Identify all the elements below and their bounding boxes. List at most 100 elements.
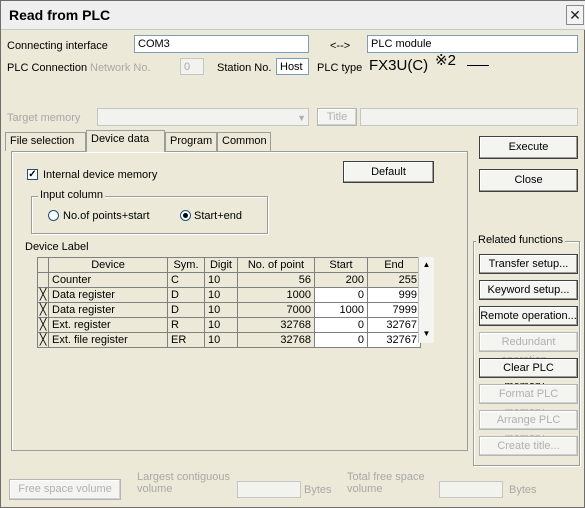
largest-contiguous-label: Largest contiguous volume xyxy=(137,471,230,495)
connecting-interface-field: COM3 xyxy=(134,35,309,53)
cell-sym: C xyxy=(167,272,205,288)
col-sym-header: Sym. xyxy=(167,257,205,273)
row-selector[interactable]: ╳ xyxy=(37,287,49,303)
table-row[interactable]: ╳ Data register D 10 1000 0 999 xyxy=(37,287,421,303)
scroll-up-icon[interactable]: ▲ xyxy=(419,258,434,272)
cell-start[interactable]: 1000 xyxy=(314,302,368,318)
redundant-operation-button[interactable]: Redundant operation... xyxy=(479,332,578,366)
window-title: Read from PLC xyxy=(9,7,111,23)
tab-common[interactable]: Common xyxy=(217,132,271,151)
cell-sym: D xyxy=(167,302,205,318)
cell-end[interactable]: 999 xyxy=(367,287,421,303)
close-button[interactable]: Close xyxy=(479,169,578,192)
row-selector[interactable]: ╳ xyxy=(37,332,49,348)
col-end-header: End xyxy=(367,257,421,273)
close-window-button[interactable]: ✕ xyxy=(566,5,584,25)
plc-type-label: PLC type xyxy=(317,62,363,74)
cell-start[interactable]: 0 xyxy=(314,317,368,333)
total-free-space-label: Total free space volume xyxy=(347,471,425,495)
connection-arrow: <--> xyxy=(330,40,351,52)
row-selector[interactable]: ╳ xyxy=(37,302,49,318)
cell-device: Ext. register xyxy=(48,317,168,333)
cell-digit: 10 xyxy=(204,302,238,318)
station-no-field: Host xyxy=(276,58,309,75)
title-button[interactable]: Title xyxy=(317,108,357,126)
col-digit-header: Digit xyxy=(204,257,238,273)
table-row[interactable]: ╳ Data register D 10 7000 1000 7999 xyxy=(37,302,421,318)
tab-device-data[interactable]: Device data xyxy=(86,130,165,152)
cell-end[interactable]: 32767 xyxy=(367,332,421,348)
col-device-header: Device xyxy=(48,257,168,273)
keyword-setup-button[interactable]: Keyword setup... xyxy=(479,280,578,300)
cell-points: 7000 xyxy=(237,302,315,318)
cell-start[interactable]: 200 xyxy=(314,272,368,288)
title-bar: Read from PLC ✕ xyxy=(1,1,585,30)
internal-memory-checkbox[interactable]: ✓ xyxy=(27,169,38,180)
cell-points: 32768 xyxy=(237,332,315,348)
device-table: Device Sym. Digit No. of point Start End… xyxy=(37,257,421,348)
row-selector-header xyxy=(37,257,49,273)
cell-digit: 10 xyxy=(204,332,238,348)
execute-button[interactable]: Execute xyxy=(479,136,578,159)
arrange-plc-memory-button[interactable]: Arrange PLC memory... xyxy=(479,410,578,444)
free-space-volume-button[interactable]: Free space volume xyxy=(9,479,121,500)
transfer-setup-button[interactable]: Transfer setup... xyxy=(479,254,578,274)
title-field xyxy=(360,108,578,126)
network-no-label: Network No. xyxy=(90,62,151,74)
plc-type-note: ※2 xyxy=(435,52,456,69)
read-from-plc-dialog: Read from PLC ✕ Connecting interface COM… xyxy=(0,0,585,508)
clear-plc-memory-button[interactable]: Clear PLC memory... xyxy=(479,358,578,392)
row-selector[interactable]: ╳ xyxy=(37,317,49,333)
chevron-down-icon: ▼ xyxy=(297,113,306,123)
scroll-down-icon[interactable]: ▼ xyxy=(419,327,434,341)
cell-device: Data register xyxy=(48,302,168,318)
col-points-header: No. of point xyxy=(237,257,315,273)
cell-sym: R xyxy=(167,317,205,333)
network-no-field: 0 xyxy=(180,58,204,75)
remote-operation-button[interactable]: Remote operation... xyxy=(479,306,578,326)
device-label-caption: Device Label xyxy=(25,241,89,253)
table-scrollbar[interactable]: ▲ ▼ xyxy=(418,257,434,343)
cell-end[interactable]: 255 xyxy=(367,272,421,288)
plc-connection-label: PLC Connection xyxy=(7,62,88,74)
radio-start-end[interactable] xyxy=(180,210,191,221)
cell-points: 1000 xyxy=(237,287,315,303)
tab-file-selection[interactable]: File selection xyxy=(5,132,86,151)
col-start-header: Start xyxy=(314,257,368,273)
table-row[interactable]: ╳ Ext. register R 10 32768 0 32767 xyxy=(37,317,421,333)
plc-module-field: PLC module xyxy=(367,35,578,53)
related-functions-caption: Related functions xyxy=(476,234,565,246)
station-no-label: Station No. xyxy=(217,62,272,74)
cell-end[interactable]: 7999 xyxy=(367,302,421,318)
total-free-space-line1: Total free space xyxy=(347,471,425,483)
cell-sym: ER xyxy=(167,332,205,348)
cell-digit: 10 xyxy=(204,317,238,333)
cell-digit: 10 xyxy=(204,272,238,288)
format-plc-memory-button[interactable]: Format PLC memory... xyxy=(479,384,578,418)
largest-contiguous-line1: Largest contiguous xyxy=(137,471,230,483)
cell-start[interactable]: 0 xyxy=(314,332,368,348)
table-row[interactable]: Counter C 10 56 200 255 xyxy=(37,272,421,288)
target-memory-label: Target memory xyxy=(7,112,81,124)
cell-device: Ext. file register xyxy=(48,332,168,348)
radio-points-start[interactable] xyxy=(48,210,59,221)
plc-type-value: FX3U(C) xyxy=(369,57,429,74)
table-row[interactable]: ╳ Ext. file register ER 10 32768 0 32767 xyxy=(37,332,421,348)
tab-program[interactable]: Program xyxy=(165,132,217,151)
radio-start-end-label: Start+end xyxy=(194,210,243,222)
default-button[interactable]: Default xyxy=(343,161,434,183)
note-leader-line xyxy=(467,65,489,66)
connecting-interface-label: Connecting interface xyxy=(7,40,108,52)
input-column-caption: Input column xyxy=(38,189,105,201)
total-free-space-field xyxy=(439,481,503,498)
bytes-label-2: Bytes xyxy=(509,484,537,496)
cell-end[interactable]: 32767 xyxy=(367,317,421,333)
largest-contiguous-field xyxy=(237,481,301,498)
cell-start[interactable]: 0 xyxy=(314,287,368,303)
cell-device: Data register xyxy=(48,287,168,303)
cell-digit: 10 xyxy=(204,287,238,303)
row-selector[interactable] xyxy=(37,272,49,288)
create-title-button[interactable]: Create title... xyxy=(479,436,578,456)
target-memory-select[interactable]: ▼ xyxy=(97,108,309,126)
bytes-label-1: Bytes xyxy=(304,484,332,496)
